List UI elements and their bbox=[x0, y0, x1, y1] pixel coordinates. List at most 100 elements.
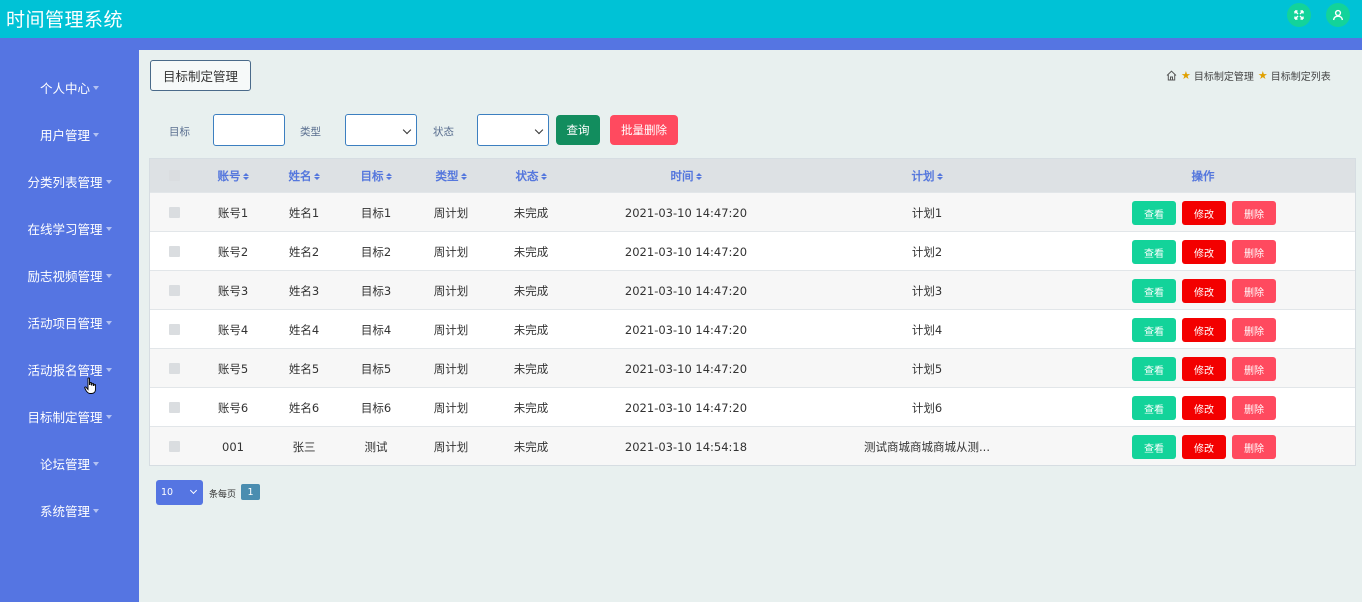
view-button[interactable]: 查看 bbox=[1132, 318, 1176, 342]
sidebar: 个人中心 用户管理 分类列表管理 在线学习管理 励志视频管理 活动项目管理 活动… bbox=[0, 38, 139, 602]
cell-type: 周计划 bbox=[433, 205, 469, 220]
cell-time: 2021-03-10 14:47:20 bbox=[624, 244, 748, 259]
edit-button[interactable]: 修改 bbox=[1182, 201, 1226, 225]
section-title-button[interactable]: 目标制定管理 bbox=[150, 60, 251, 91]
cell-name: 姓名3 bbox=[288, 283, 320, 298]
delete-button[interactable]: 删除 bbox=[1232, 318, 1276, 342]
table-row: 账号4 姓名4 目标4 周计划 未完成 2021-03-10 14:47:20 … bbox=[150, 309, 1355, 348]
column-header-account[interactable]: 账号 bbox=[195, 159, 271, 193]
sidebar-item-activity-project[interactable]: 活动项目管理 bbox=[0, 310, 139, 334]
cell-name: 张三 bbox=[292, 439, 316, 454]
page-size-select[interactable]: 10 bbox=[156, 480, 203, 505]
edit-button[interactable]: 修改 bbox=[1182, 279, 1226, 303]
column-header-plan[interactable]: 计划 bbox=[797, 159, 1057, 193]
fullscreen-icon[interactable] bbox=[1287, 3, 1311, 27]
cell-target: 目标2 bbox=[360, 244, 392, 259]
column-header-label: 目标 bbox=[360, 169, 384, 183]
edit-button[interactable]: 修改 bbox=[1182, 240, 1226, 264]
chevron-down-icon bbox=[402, 125, 412, 135]
view-button[interactable]: 查看 bbox=[1132, 396, 1176, 420]
target-input[interactable] bbox=[213, 114, 285, 146]
column-header-name[interactable]: 姓名 bbox=[271, 159, 337, 193]
sidebar-item-online-learning[interactable]: 在线学习管理 bbox=[0, 216, 139, 240]
row-checkbox[interactable] bbox=[169, 207, 180, 218]
column-header-label: 类型 bbox=[435, 169, 459, 183]
table-header: 账号 姓名 目标 类型 状态 时间 计划 操作 bbox=[150, 159, 1355, 193]
sidebar-item-category-management[interactable]: 分类列表管理 bbox=[0, 169, 139, 193]
column-header-type[interactable]: 类型 bbox=[415, 159, 487, 193]
delete-button[interactable]: 删除 bbox=[1232, 357, 1276, 381]
status-label: 状态 bbox=[433, 126, 454, 138]
sidebar-item-label: 在线学习管理 bbox=[27, 221, 103, 237]
row-checkbox[interactable] bbox=[169, 402, 180, 413]
query-button[interactable]: 查询 bbox=[556, 115, 600, 145]
table-row: 账号6 姓名6 目标6 周计划 未完成 2021-03-10 14:47:20 … bbox=[150, 387, 1355, 426]
page-number-button[interactable]: 1 bbox=[241, 484, 260, 500]
cell-name: 姓名1 bbox=[288, 205, 320, 220]
sort-icon bbox=[385, 172, 392, 180]
table-row: 001 张三 测试 周计划 未完成 2021-03-10 14:54:18 测试… bbox=[150, 426, 1355, 465]
column-header-label: 时间 bbox=[670, 169, 694, 183]
breadcrumb: ★ 目标制定管理 ★ 目标制定列表 bbox=[1166, 68, 1331, 83]
view-button[interactable]: 查看 bbox=[1132, 240, 1176, 264]
delete-button[interactable]: 删除 bbox=[1232, 240, 1276, 264]
sidebar-item-motivational-video[interactable]: 励志视频管理 bbox=[0, 263, 139, 287]
cell-target: 目标5 bbox=[360, 361, 392, 376]
cell-account: 账号1 bbox=[217, 205, 249, 220]
star-icon: ★ bbox=[1257, 69, 1268, 82]
delete-button[interactable]: 删除 bbox=[1232, 396, 1276, 420]
delete-button[interactable]: 删除 bbox=[1232, 279, 1276, 303]
user-icon[interactable] bbox=[1326, 3, 1350, 27]
row-checkbox[interactable] bbox=[169, 363, 180, 374]
data-table: 账号 姓名 目标 类型 状态 时间 计划 操作 账号1 姓名1 目标1 周计划 … bbox=[149, 158, 1356, 466]
status-select[interactable] bbox=[477, 114, 549, 146]
edit-button[interactable]: 修改 bbox=[1182, 435, 1226, 459]
row-checkbox[interactable] bbox=[169, 324, 180, 335]
cell-account: 账号6 bbox=[217, 400, 249, 415]
cell-name: 姓名5 bbox=[288, 361, 320, 376]
edit-button[interactable]: 修改 bbox=[1182, 396, 1226, 420]
breadcrumb-item: 目标制定列表 bbox=[1270, 72, 1331, 83]
column-header-label: 计划 bbox=[911, 169, 935, 183]
hand-cursor-icon bbox=[84, 377, 96, 394]
breadcrumb-item[interactable]: 目标制定管理 bbox=[1194, 68, 1254, 83]
type-select[interactable] bbox=[345, 114, 417, 146]
star-icon: ★ bbox=[1181, 69, 1191, 82]
sort-icon bbox=[242, 172, 249, 180]
batch-delete-button[interactable]: 批量删除 bbox=[610, 115, 678, 145]
row-checkbox[interactable] bbox=[169, 441, 180, 452]
sidebar-item-forum-management[interactable]: 论坛管理 bbox=[0, 451, 139, 475]
sidebar-item-activity-signup[interactable]: 活动报名管理 bbox=[0, 357, 139, 381]
cell-type: 周计划 bbox=[433, 361, 469, 376]
column-header-status[interactable]: 状态 bbox=[487, 159, 575, 193]
view-button[interactable]: 查看 bbox=[1132, 435, 1176, 459]
edit-button[interactable]: 修改 bbox=[1182, 357, 1226, 381]
view-button[interactable]: 查看 bbox=[1132, 357, 1176, 381]
row-checkbox[interactable] bbox=[169, 246, 180, 257]
home-icon[interactable] bbox=[1166, 70, 1177, 81]
row-checkbox[interactable] bbox=[169, 285, 180, 296]
sidebar-item-personal-center[interactable]: 个人中心 bbox=[0, 75, 139, 99]
view-button[interactable]: 查看 bbox=[1132, 201, 1176, 225]
cell-time: 2021-03-10 14:47:20 bbox=[624, 283, 748, 298]
sidebar-item-system-management[interactable]: 系统管理 bbox=[0, 498, 139, 522]
top-header: 时间管理系统 bbox=[0, 0, 1362, 38]
column-header-target[interactable]: 目标 bbox=[337, 159, 415, 193]
sidebar-item-label: 励志视频管理 bbox=[27, 268, 103, 284]
delete-button[interactable]: 删除 bbox=[1232, 201, 1276, 225]
cell-time: 2021-03-10 14:47:20 bbox=[624, 205, 748, 220]
view-button[interactable]: 查看 bbox=[1132, 279, 1176, 303]
chevron-down-icon bbox=[93, 509, 99, 513]
select-all-checkbox[interactable] bbox=[169, 170, 180, 181]
edit-button[interactable]: 修改 bbox=[1182, 318, 1226, 342]
table-row: 账号2 姓名2 目标2 周计划 未完成 2021-03-10 14:47:20 … bbox=[150, 231, 1355, 270]
delete-button[interactable]: 删除 bbox=[1232, 435, 1276, 459]
column-header-time[interactable]: 时间 bbox=[575, 159, 797, 193]
cell-status: 未完成 bbox=[513, 400, 549, 415]
sidebar-item-goal-management[interactable]: 目标制定管理 bbox=[0, 404, 139, 428]
sidebar-item-label: 目标制定管理 bbox=[27, 409, 103, 425]
sidebar-item-user-management[interactable]: 用户管理 bbox=[0, 122, 139, 146]
table-row: 账号1 姓名1 目标1 周计划 未完成 2021-03-10 14:47:20 … bbox=[150, 192, 1355, 231]
cell-account: 账号3 bbox=[217, 283, 249, 298]
type-label: 类型 bbox=[300, 126, 321, 138]
